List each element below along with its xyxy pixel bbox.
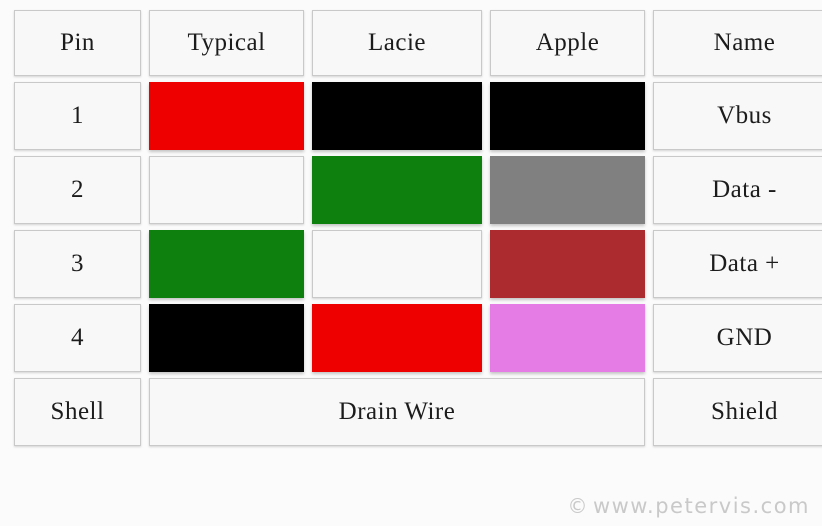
signal-name-cell: Data + xyxy=(653,230,822,298)
color-swatch-typical xyxy=(149,82,304,150)
copyright-icon: © xyxy=(567,494,589,518)
watermark-text: www.petervis.com xyxy=(592,494,810,518)
column-header-apple: Apple xyxy=(490,10,645,76)
usb-pinout-table: Pin Typical Lacie Apple Name 1 Vbus 2 Da… xyxy=(6,4,822,452)
color-swatch-apple xyxy=(490,156,645,224)
table-row: 1 Vbus xyxy=(14,82,822,150)
shell-label-cell: Shell xyxy=(14,378,141,446)
column-header-typical: Typical xyxy=(149,10,304,76)
pinout-table-page: Pin Typical Lacie Apple Name 1 Vbus 2 Da… xyxy=(0,0,822,526)
color-swatch-typical xyxy=(149,230,304,298)
color-swatch-typical xyxy=(149,156,304,224)
table-row: 2 Data - xyxy=(14,156,822,224)
watermark: © www.petervis.com xyxy=(567,494,810,518)
color-swatch-lacie xyxy=(312,82,482,150)
table-row: 3 Data + xyxy=(14,230,822,298)
column-header-lacie: Lacie xyxy=(312,10,482,76)
pin-number-cell: 4 xyxy=(14,304,141,372)
signal-name-cell: Data - xyxy=(653,156,822,224)
pin-number-cell: 1 xyxy=(14,82,141,150)
table-row: 4 GND xyxy=(14,304,822,372)
color-swatch-apple xyxy=(490,230,645,298)
shield-label-cell: Shield xyxy=(653,378,822,446)
signal-name-cell: GND xyxy=(653,304,822,372)
color-swatch-lacie xyxy=(312,304,482,372)
color-swatch-lacie xyxy=(312,230,482,298)
color-swatch-apple xyxy=(490,82,645,150)
table-row-shell: Shell Drain Wire Shield xyxy=(14,378,822,446)
drain-wire-cell: Drain Wire xyxy=(149,378,645,446)
column-header-pin: Pin xyxy=(14,10,141,76)
color-swatch-lacie xyxy=(312,156,482,224)
table-header-row: Pin Typical Lacie Apple Name xyxy=(14,10,822,76)
signal-name-cell: Vbus xyxy=(653,82,822,150)
pin-number-cell: 3 xyxy=(14,230,141,298)
pin-number-cell: 2 xyxy=(14,156,141,224)
color-swatch-typical xyxy=(149,304,304,372)
color-swatch-apple xyxy=(490,304,645,372)
column-header-name: Name xyxy=(653,10,822,76)
